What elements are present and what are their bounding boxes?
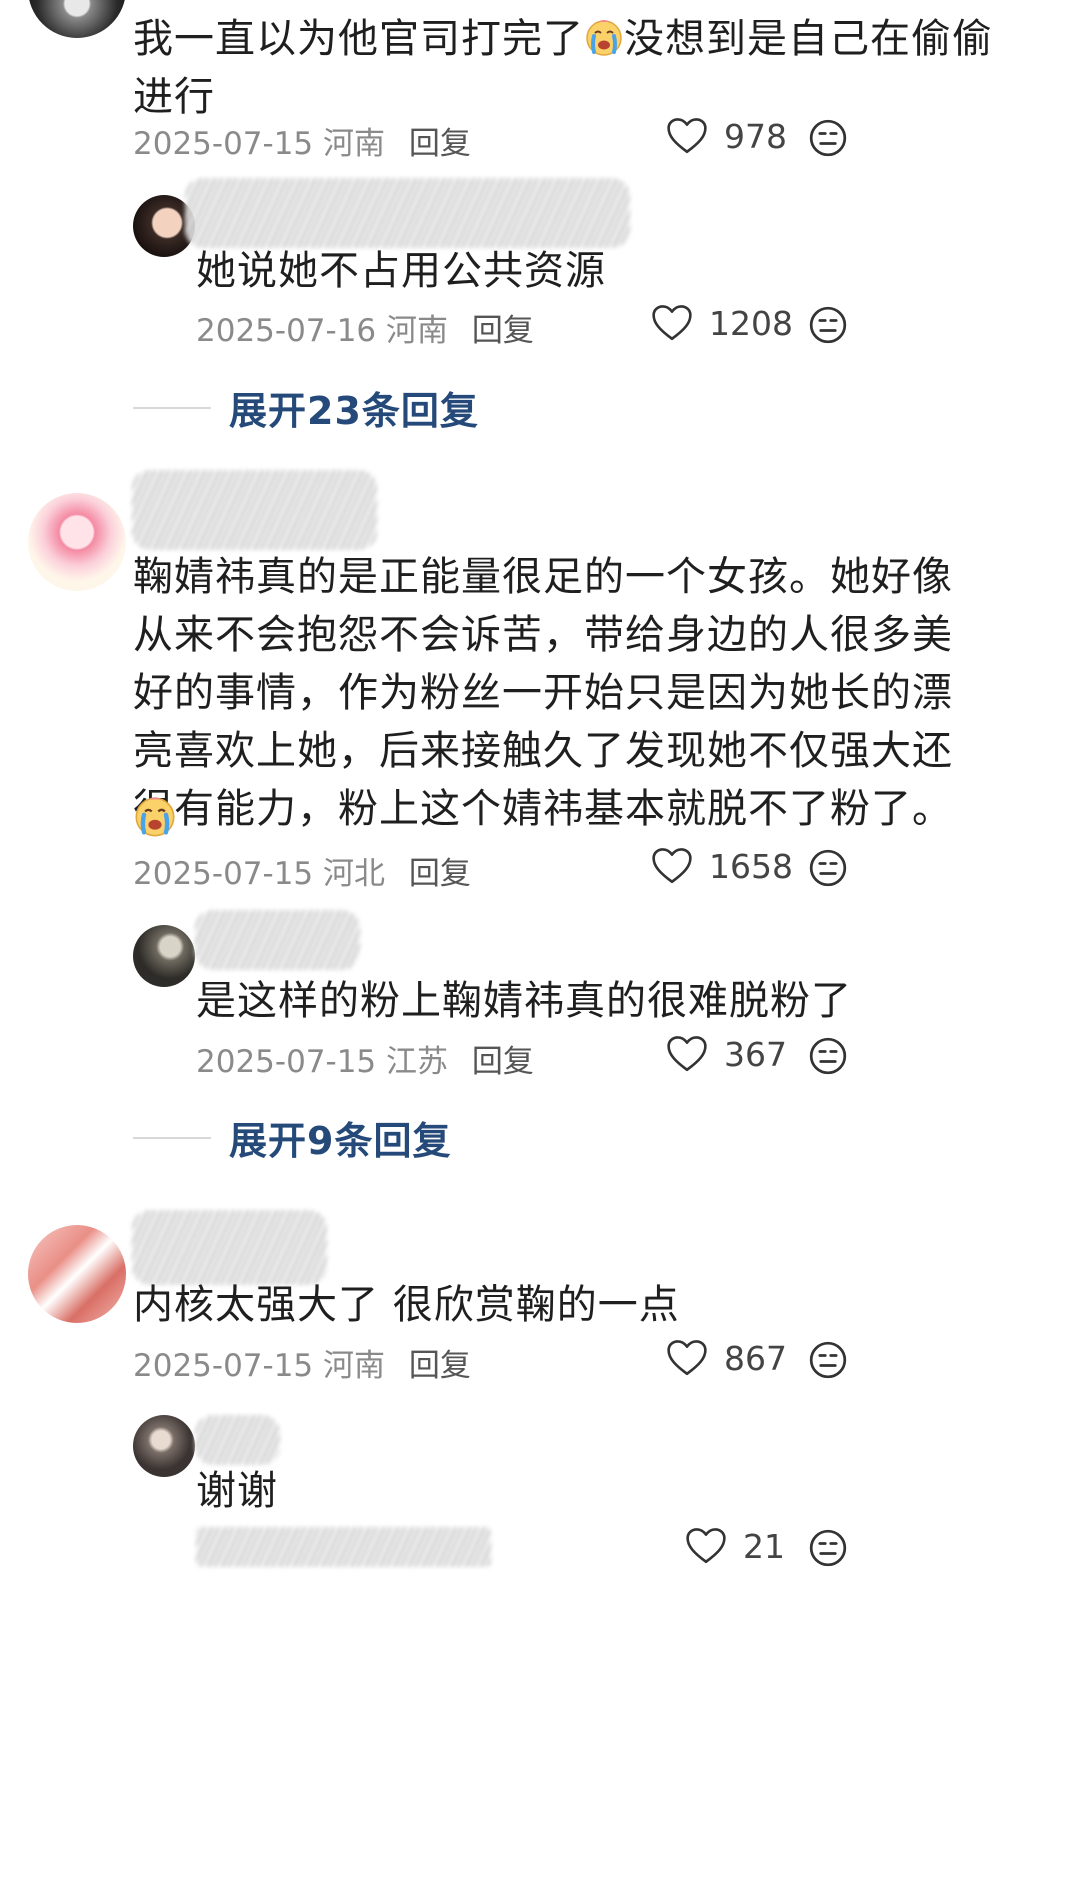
neutral-face-icon[interactable]	[808, 1340, 848, 1380]
like-count: 367	[724, 1034, 787, 1074]
heart-outline-icon	[651, 846, 693, 886]
expand-replies-button[interactable]: 展开23条回复	[133, 380, 479, 435]
avatar[interactable]	[28, 493, 126, 591]
reply-date: 2025-07-16	[196, 313, 377, 349]
heart-outline-icon	[666, 1034, 708, 1074]
reply-meta: 2025-07-16 河南 回复	[196, 305, 534, 350]
like-button[interactable]: 1208	[651, 303, 793, 343]
like-count: 978	[724, 116, 787, 156]
avatar[interactable]	[133, 925, 195, 987]
comment-location: 河南	[323, 1348, 386, 1384]
username-blurred	[185, 178, 630, 248]
username-blurred	[132, 470, 377, 550]
divider	[133, 406, 211, 409]
avatar[interactable]	[28, 0, 126, 38]
reply-text: 谢谢	[196, 1468, 278, 1514]
like-button[interactable]: 367	[666, 1034, 787, 1074]
like-button[interactable]: 867	[666, 1338, 787, 1378]
reply-meta: 2025-07-15 江苏 回复	[196, 1036, 534, 1081]
crying-face-emoji-icon	[584, 18, 624, 58]
comment-meta: 2025-07-15 河南 回复	[133, 118, 471, 163]
comment-date: 2025-07-15	[133, 1348, 314, 1384]
username-blurred	[195, 910, 360, 970]
reply-button[interactable]: 回复	[472, 313, 534, 349]
reply-button[interactable]: 回复	[409, 1348, 471, 1384]
avatar[interactable]	[133, 1415, 195, 1477]
like-count: 1208	[709, 303, 793, 343]
like-button[interactable]: 978	[666, 116, 787, 156]
like-count: 1658	[709, 846, 793, 886]
like-count: 21	[743, 1526, 785, 1566]
reply-text: 她说她不占用公共资源	[196, 248, 606, 294]
username-blurred	[132, 1210, 327, 1285]
neutral-face-icon[interactable]	[808, 118, 848, 158]
reply-date: 2025-07-15	[196, 1044, 377, 1080]
like-button[interactable]: 1658	[651, 846, 793, 886]
username-blurred	[195, 1415, 280, 1465]
like-button[interactable]: 21	[685, 1526, 785, 1566]
comment-location: 河北	[323, 856, 386, 892]
crying-face-emoji-icon	[133, 795, 177, 839]
divider	[133, 1136, 211, 1139]
reply-button[interactable]: 回复	[409, 126, 471, 162]
reply-text: 是这样的粉上鞠婧祎真的很难脱粉了	[196, 978, 852, 1024]
expand-replies-label: 展开9条回复	[229, 1119, 452, 1163]
neutral-face-icon[interactable]	[808, 1528, 848, 1568]
heart-outline-icon	[666, 116, 708, 156]
reply-button[interactable]: 回复	[409, 856, 471, 892]
comment-meta: 2025-07-15 河北 回复	[133, 848, 471, 893]
comment-date: 2025-07-15	[133, 856, 314, 892]
reply-location: 江苏	[386, 1044, 449, 1080]
comment-text: 鞠婧祎真的是正能量很足的一个女孩。她好像 从来不会抱怨不会诉苦，带给身边的人很多…	[133, 554, 953, 832]
avatar[interactable]	[28, 1225, 126, 1323]
neutral-face-icon[interactable]	[808, 305, 848, 345]
heart-outline-icon	[666, 1338, 708, 1378]
comment-date: 2025-07-15	[133, 126, 314, 162]
like-count: 867	[724, 1338, 787, 1378]
comment-text: 内核太强大了 很欣赏鞠的一点	[133, 1282, 680, 1328]
reply-button[interactable]: 回复	[472, 1044, 534, 1080]
comment-meta: 2025-07-15 河南 回复	[133, 1340, 471, 1385]
expand-replies-button[interactable]: 展开9条回复	[133, 1110, 451, 1165]
heart-outline-icon	[651, 303, 693, 343]
heart-outline-icon	[685, 1526, 727, 1566]
expand-replies-label: 展开23条回复	[229, 389, 479, 433]
neutral-face-icon[interactable]	[808, 848, 848, 888]
neutral-face-icon[interactable]	[808, 1036, 848, 1076]
reply-location: 河南	[386, 313, 449, 349]
comment-text: 我一直以为他官司打完了 没想到是自己在偷偷进行	[133, 16, 993, 120]
reply-meta-blurred	[196, 1527, 491, 1567]
comment-location: 河南	[323, 126, 386, 162]
